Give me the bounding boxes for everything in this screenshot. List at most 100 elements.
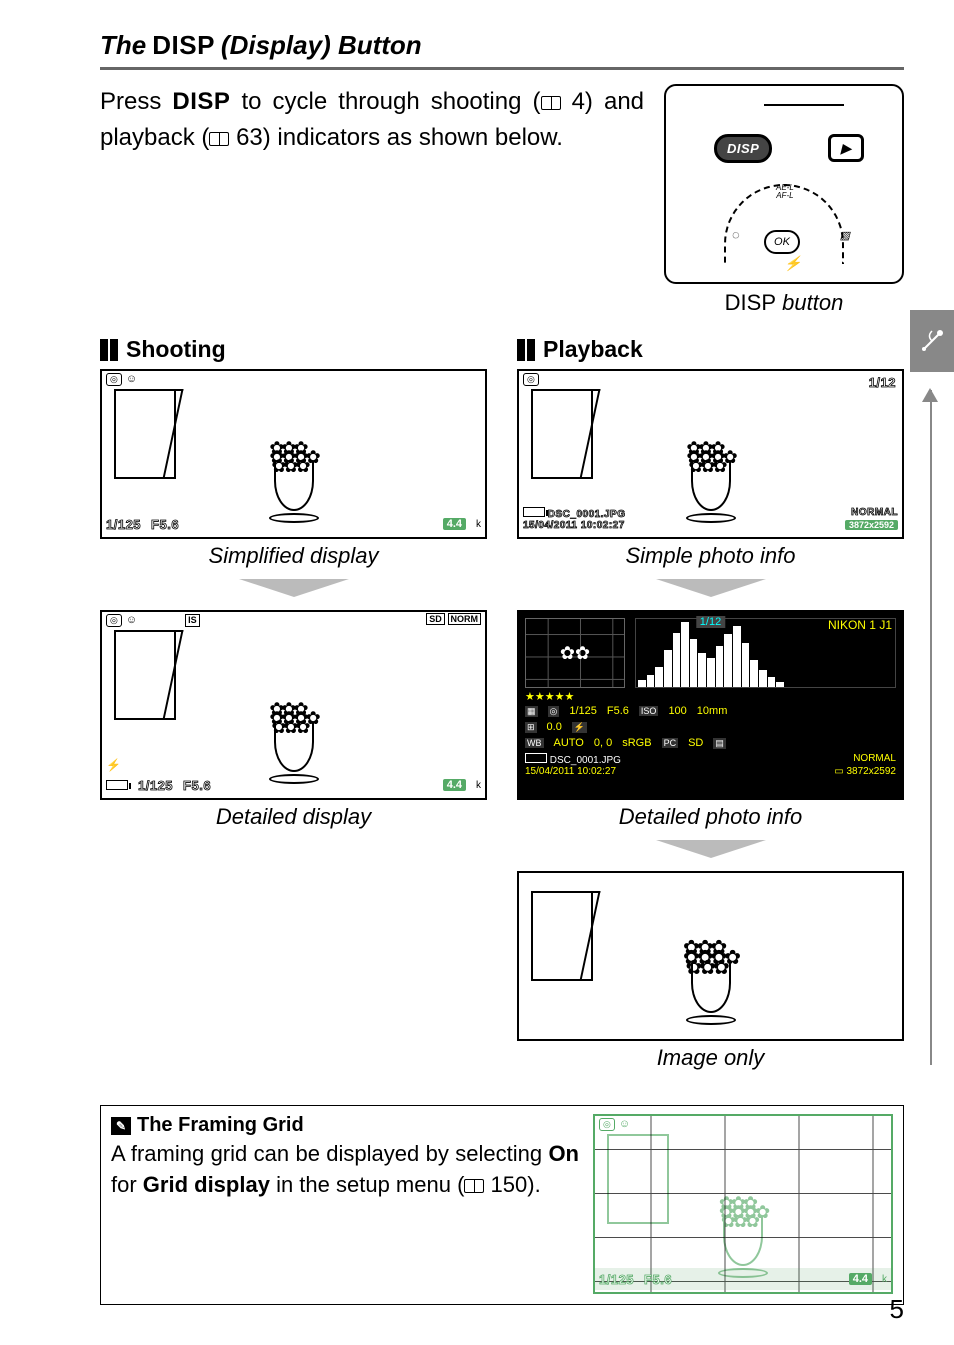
- quality-label: NORMAL: [853, 753, 896, 764]
- thumbnail: ✿✿: [525, 618, 625, 688]
- note-part4: ).: [527, 1172, 540, 1197]
- framing-grid-note: ✎ The Framing Grid A framing grid can be…: [100, 1105, 904, 1305]
- disp-button-graphic: DISP: [714, 134, 772, 163]
- wb-fine: 0, 0: [594, 737, 612, 749]
- camera-caption-disp: DISP: [725, 290, 776, 315]
- grid-overlay: [595, 1116, 891, 1292]
- shutter-value: 1/125: [138, 778, 173, 793]
- detailed-caption: Detailed display: [100, 804, 487, 830]
- shots-remaining: 4.4: [849, 1273, 872, 1285]
- title-disp-word: DISP: [152, 30, 215, 61]
- flash-icon: ⚡: [784, 255, 801, 272]
- intro-text: Press DISP to cycle through shooting ( 4…: [100, 84, 644, 156]
- note-part2: for: [111, 1172, 143, 1197]
- picture-control: SD: [688, 737, 703, 749]
- pencil-icon: ✎: [111, 1117, 131, 1135]
- cycle-arrow-down: [517, 579, 904, 602]
- framing-grid-figure: ◎ ☺ ✿✿✿✿✿✿✿ ✿✿✿ 1/125 F5.6 4.4k: [593, 1114, 893, 1294]
- detailed-photo-info-figure: 1/12 NIKON 1 J1 ✿✿ ★★★★★ ▦ ◎ 1/125: [517, 610, 904, 800]
- book-icon: [541, 96, 561, 110]
- k-suffix: k: [476, 519, 481, 530]
- ev-value: 0.0: [547, 721, 562, 733]
- card-icon: ▭: [834, 766, 843, 777]
- simplified-caption: Simplified display: [100, 543, 487, 569]
- datetime: 15/04/2011 10:02:27: [523, 520, 625, 531]
- camera-model: NIKON 1 J1: [828, 618, 892, 632]
- flash-indicator: ⚡: [106, 758, 121, 772]
- ev-icon: ⊞: [525, 722, 537, 733]
- intro-ref2: 63: [236, 124, 263, 151]
- note-on: On: [548, 1141, 579, 1166]
- playback-heading-text: Playback: [543, 336, 643, 363]
- cycle-arrow-down: [517, 840, 904, 863]
- camera-figure: DISP ▶ AE-L AF-L ◌ ▨ OK ⚡ DISP button: [664, 84, 904, 316]
- page-number: 5: [890, 1294, 904, 1325]
- k-suffix: k: [882, 1274, 887, 1285]
- dimensions: 3872x2592: [847, 766, 897, 777]
- intro-disp: DISP: [172, 88, 230, 115]
- colorspace: sRGB: [622, 737, 651, 749]
- image-only-caption: Image only: [517, 1045, 904, 1071]
- iso-label: ISO: [639, 706, 659, 716]
- note-ref: 150: [491, 1172, 528, 1197]
- intro-part2: to cycle through shooting (: [230, 88, 540, 115]
- aperture-value: F5.6: [607, 705, 629, 717]
- shutter-value: 1/125: [106, 517, 141, 532]
- playback-column: Playback ◎ 1/12 ✿✿✿✿✿✿✿ ✿✿✿ DSC_0001.JPG…: [517, 336, 904, 1081]
- battery-icon: [106, 780, 128, 790]
- ok-button-graphic: OK: [764, 230, 800, 254]
- intro-part4: ) indicators as shown below.: [263, 124, 563, 151]
- pc-icon: PC: [662, 738, 679, 748]
- note-heading-text: The Framing Grid: [137, 1114, 304, 1137]
- page-title: The DISP (Display) Button: [100, 30, 904, 70]
- aperture-value: F5.6: [151, 517, 179, 532]
- intro-ref1: 4: [572, 88, 585, 115]
- filename: DSC_0001.JPG: [550, 755, 621, 766]
- ev-icon: ▨: [840, 229, 850, 242]
- aperture-value: F5.6: [644, 1272, 672, 1287]
- note-part3: in the setup menu (: [270, 1172, 464, 1197]
- heading-bars-icon: [100, 339, 118, 361]
- filename: DSC_0001.JPG: [548, 509, 626, 520]
- title-prefix: The: [100, 30, 146, 61]
- camera-illustration: DISP ▶ AE-L AF-L ◌ ▨ OK ⚡: [664, 84, 904, 284]
- datetime: 15/04/2011 10:02:27: [525, 766, 616, 777]
- battery-icon: [525, 753, 547, 763]
- battery-icon: [523, 507, 545, 517]
- shutter-value: 1/125: [569, 705, 597, 717]
- cycle-arrow: [924, 390, 938, 1065]
- mode-icon: ◎: [548, 706, 560, 717]
- k-suffix: k: [476, 780, 481, 791]
- camera-caption-suffix: button: [776, 290, 843, 315]
- dlighting-icon: ▤: [713, 738, 726, 749]
- note-part1: A framing grid can be displayed by selec…: [111, 1141, 548, 1166]
- simple-photo-info-figure: ◎ 1/12 ✿✿✿✿✿✿✿ ✿✿✿ DSC_0001.JPG NORMAL 1…: [517, 369, 904, 539]
- aperture-value: F5.6: [183, 778, 211, 793]
- book-icon: [464, 1179, 484, 1193]
- shooting-heading-text: Shooting: [126, 336, 226, 363]
- dimensions: 3872x2592: [845, 520, 898, 530]
- intro-part1: Press: [100, 88, 172, 115]
- wb-value: AUTO: [554, 737, 584, 749]
- flash-ev-icon: ⚡: [572, 722, 587, 733]
- iso-value: 100: [668, 705, 686, 717]
- shots-remaining: 4.4: [443, 779, 466, 791]
- heading-bars-icon: [517, 339, 535, 361]
- note-text: A framing grid can be displayed by selec…: [111, 1139, 579, 1201]
- simple-info-caption: Simple photo info: [517, 543, 904, 569]
- matrix-icon: ▦: [525, 706, 538, 717]
- book-icon: [209, 132, 229, 146]
- playback-heading: Playback: [517, 336, 904, 363]
- title-suffix: (Display) Button: [221, 30, 422, 61]
- note-heading: ✎ The Framing Grid: [111, 1114, 579, 1137]
- shooting-heading: Shooting: [100, 336, 487, 363]
- note-grid: Grid display: [143, 1172, 270, 1197]
- shutter-value: 1/125: [599, 1272, 634, 1287]
- simplified-display-figure: ◎ ☺ ✿✿✿✿✿✿✿ ✿✿✿ 1/125 F5.6 4.4k: [100, 369, 487, 539]
- frame-count: 1/12: [696, 616, 725, 628]
- quality-label: NORMAL: [851, 507, 898, 520]
- side-tab: [910, 310, 954, 372]
- cycle-arrow-down: [100, 579, 487, 602]
- antenna-icon: [917, 326, 947, 356]
- shooting-column: Shooting ◎ ☺ ✿✿✿✿✿✿✿ ✿✿✿ 1/125 F5.6 4.4k…: [100, 336, 487, 1081]
